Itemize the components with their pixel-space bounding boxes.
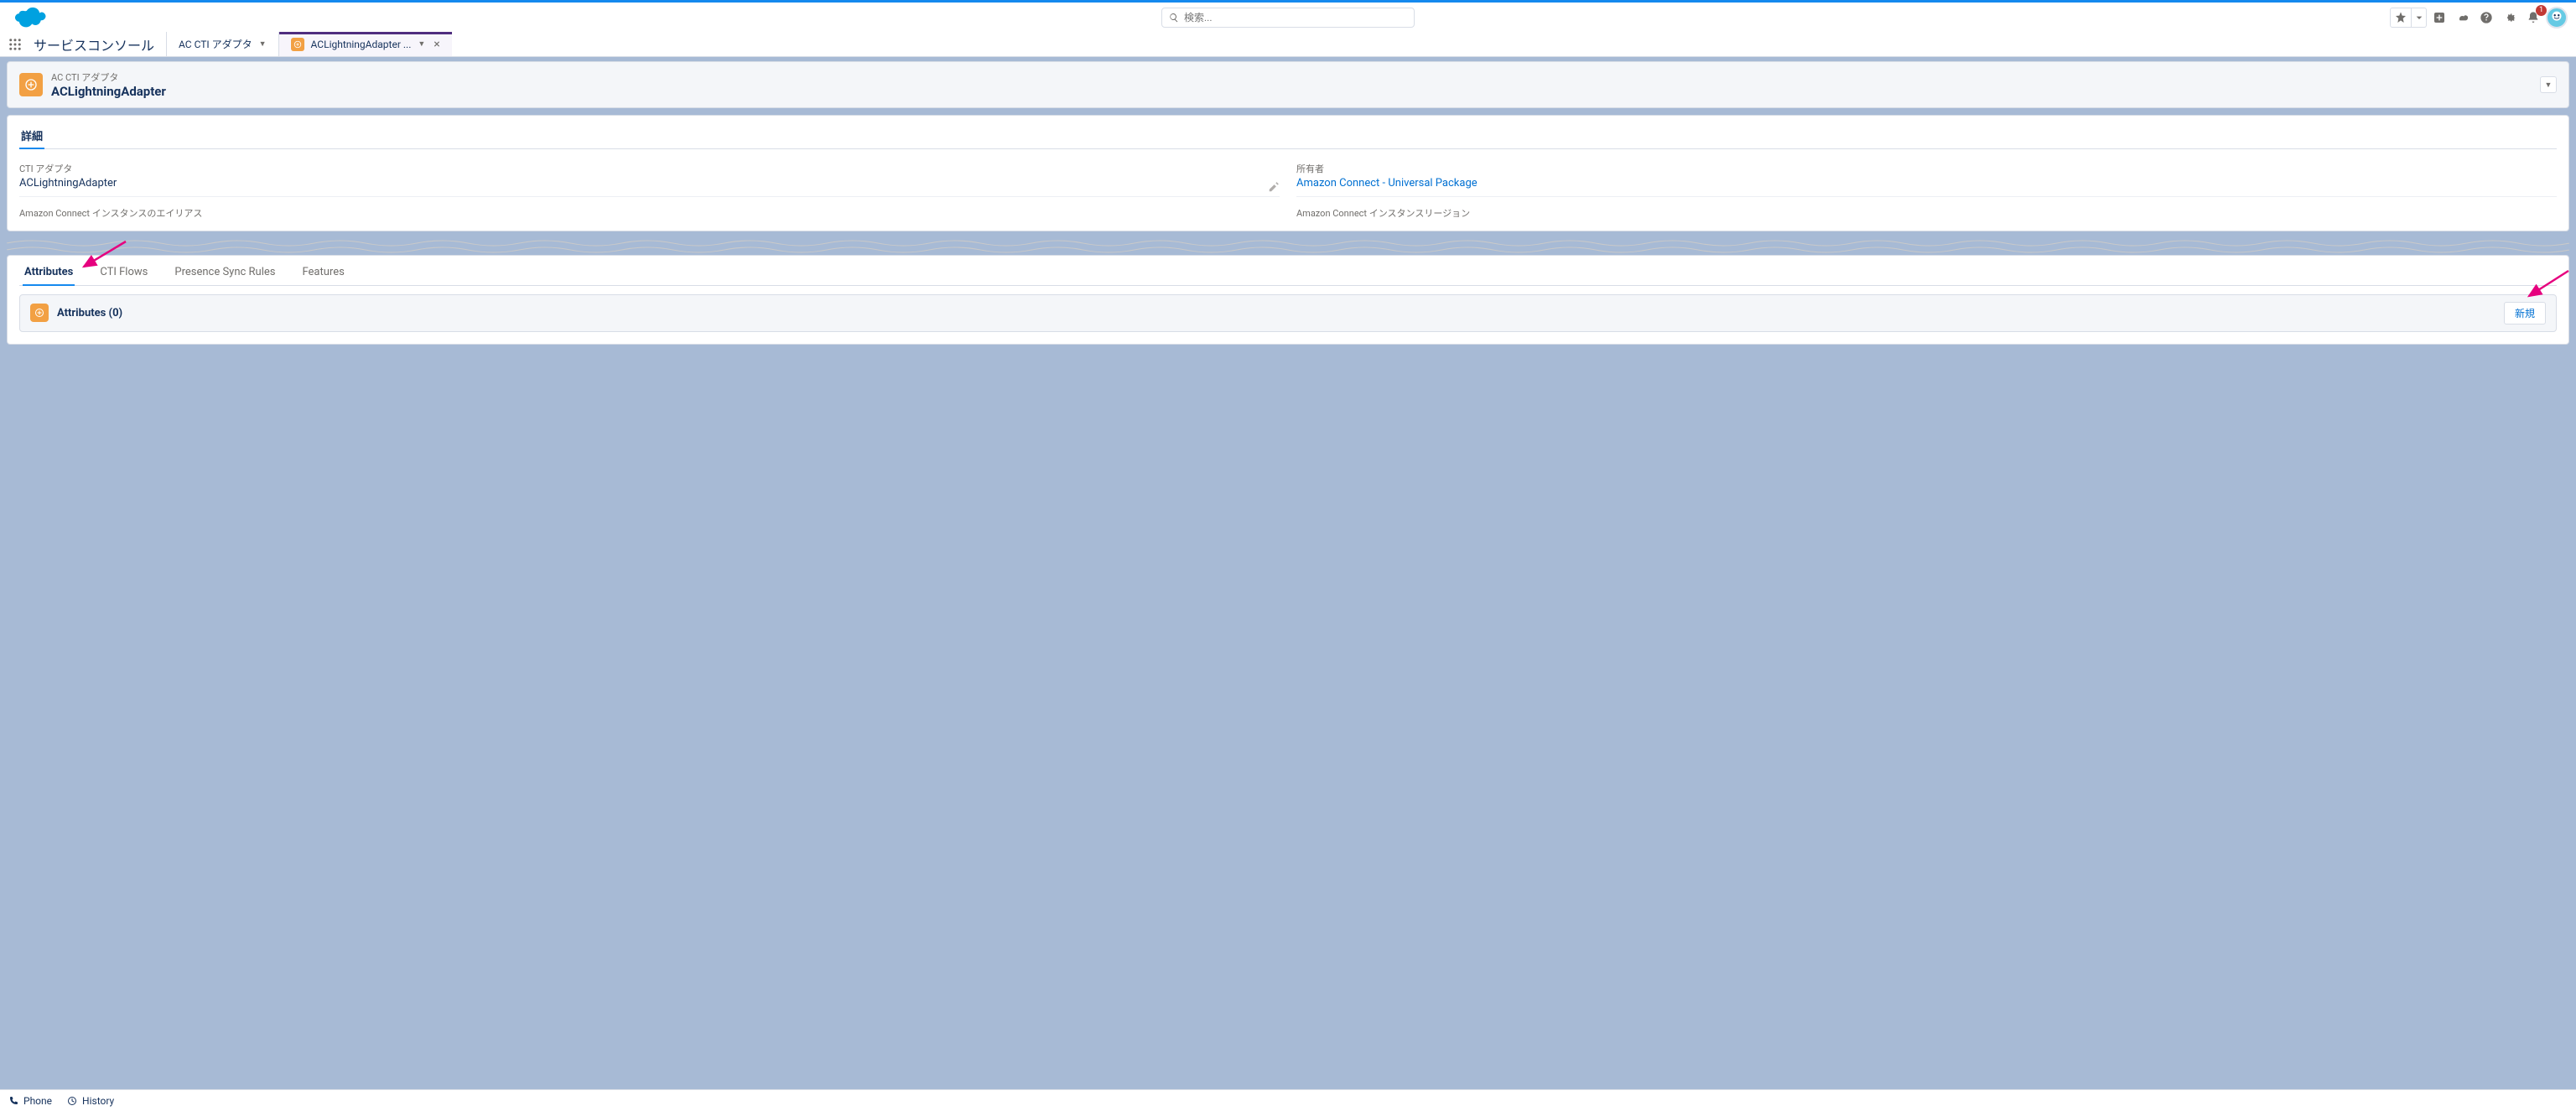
utility-phone[interactable]: Phone [8, 1095, 52, 1107]
tab-cti-flows[interactable]: CTI Flows [98, 266, 149, 286]
tab-detail[interactable]: 詳細 [19, 127, 44, 149]
record-title: ACLightningAdapter [51, 84, 166, 99]
favorites-dropdown[interactable] [2412, 8, 2427, 28]
tab-features[interactable]: Features [300, 266, 345, 286]
plus-icon [2433, 11, 2446, 24]
help-button[interactable] [2475, 8, 2497, 28]
detail-card: 詳細 CTI アダプタ ACLightningAdapter Amazon Co… [7, 115, 2569, 231]
field-label: CTI アダプタ [19, 163, 1280, 175]
nav-item-label: AC CTI アダプタ [179, 37, 252, 51]
nav-item-adapter-list[interactable]: AC CTI アダプタ ▼ [166, 32, 278, 56]
tab-attributes[interactable]: Attributes [23, 266, 75, 286]
salesforce-switcher[interactable] [2452, 8, 2474, 28]
search-icon [1169, 13, 1179, 23]
app-nav-bar: サービスコンソール AC CTI アダプタ ▼ ACLightningAdapt… [0, 32, 2576, 57]
record-actions-dropdown[interactable]: ▼ [2540, 76, 2557, 93]
gear-icon [2503, 11, 2516, 24]
field-label: Amazon Connect インスタンスのエイリアス [19, 207, 1280, 220]
related-entity-icon [30, 304, 49, 322]
waffle-icon [8, 37, 23, 52]
notification-badge: 1 [2536, 5, 2547, 16]
setup-button[interactable] [2499, 8, 2521, 28]
utility-bar: Phone History [0, 1089, 2576, 1111]
chevron-down-icon[interactable]: ▼ [418, 39, 425, 49]
main-stage: AC CTI アダプタ ACLightningAdapter ▼ 詳細 CTI … [0, 57, 2576, 1089]
edit-pencil-icon[interactable] [1268, 181, 1280, 193]
app-launcher-button[interactable] [0, 32, 30, 56]
add-button[interactable] [2428, 8, 2450, 28]
owner-link[interactable]: Amazon Connect - Universal Package [1296, 177, 1478, 189]
utility-history[interactable]: History [67, 1095, 114, 1107]
global-search[interactable] [1161, 8, 1415, 28]
field-label: 所有者 [1296, 163, 2557, 175]
utility-label: Phone [23, 1095, 52, 1107]
utility-label: History [82, 1095, 114, 1107]
app-name: サービスコンソール [30, 32, 166, 56]
tab-presence-sync[interactable]: Presence Sync Rules [173, 266, 277, 286]
global-header: 1 [0, 0, 2576, 32]
chevron-down-icon [2412, 11, 2426, 24]
related-card: Attributes CTI Flows Presence Sync Rules… [7, 255, 2569, 345]
field-value: ACLightningAdapter [19, 175, 1280, 193]
record-entity-icon [19, 73, 43, 96]
clock-icon [67, 1096, 77, 1106]
field-owner: 所有者 Amazon Connect - Universal Package [1296, 163, 2557, 197]
related-list-header: Attributes (0) 新規 [19, 294, 2557, 332]
field-instance-region: Amazon Connect インスタンスリージョン [1296, 207, 2557, 223]
record-header: AC CTI アダプタ ACLightningAdapter ▼ [7, 61, 2569, 108]
phone-icon [8, 1096, 18, 1106]
entity-icon [291, 38, 304, 51]
field-cti-adapter: CTI アダプタ ACLightningAdapter [19, 163, 1280, 197]
cloud-switch-icon [2456, 11, 2470, 24]
question-icon [2480, 11, 2493, 24]
torn-gap [7, 236, 2569, 255]
star-icon [2394, 11, 2407, 24]
close-tab-button[interactable]: × [434, 38, 439, 51]
favorites-button[interactable] [2390, 8, 2412, 28]
search-input[interactable] [1184, 12, 1407, 23]
field-instance-alias: Amazon Connect インスタンスのエイリアス [19, 207, 1280, 223]
astro-icon [2547, 8, 2566, 27]
related-list-title: Attributes (0) [57, 307, 122, 319]
chevron-down-icon[interactable]: ▼ [259, 39, 267, 49]
record-object-label: AC CTI アダプタ [51, 70, 166, 84]
user-avatar[interactable] [2546, 7, 2568, 29]
nav-item-record-tab[interactable]: ACLightningAdapter ... ▼ × [278, 32, 452, 56]
notifications-button[interactable]: 1 [2522, 8, 2544, 28]
nav-item-label: ACLightningAdapter ... [311, 39, 412, 50]
field-label: Amazon Connect インスタンスリージョン [1296, 207, 2557, 220]
salesforce-logo-icon[interactable] [8, 4, 50, 31]
new-button[interactable]: 新規 [2504, 302, 2546, 324]
